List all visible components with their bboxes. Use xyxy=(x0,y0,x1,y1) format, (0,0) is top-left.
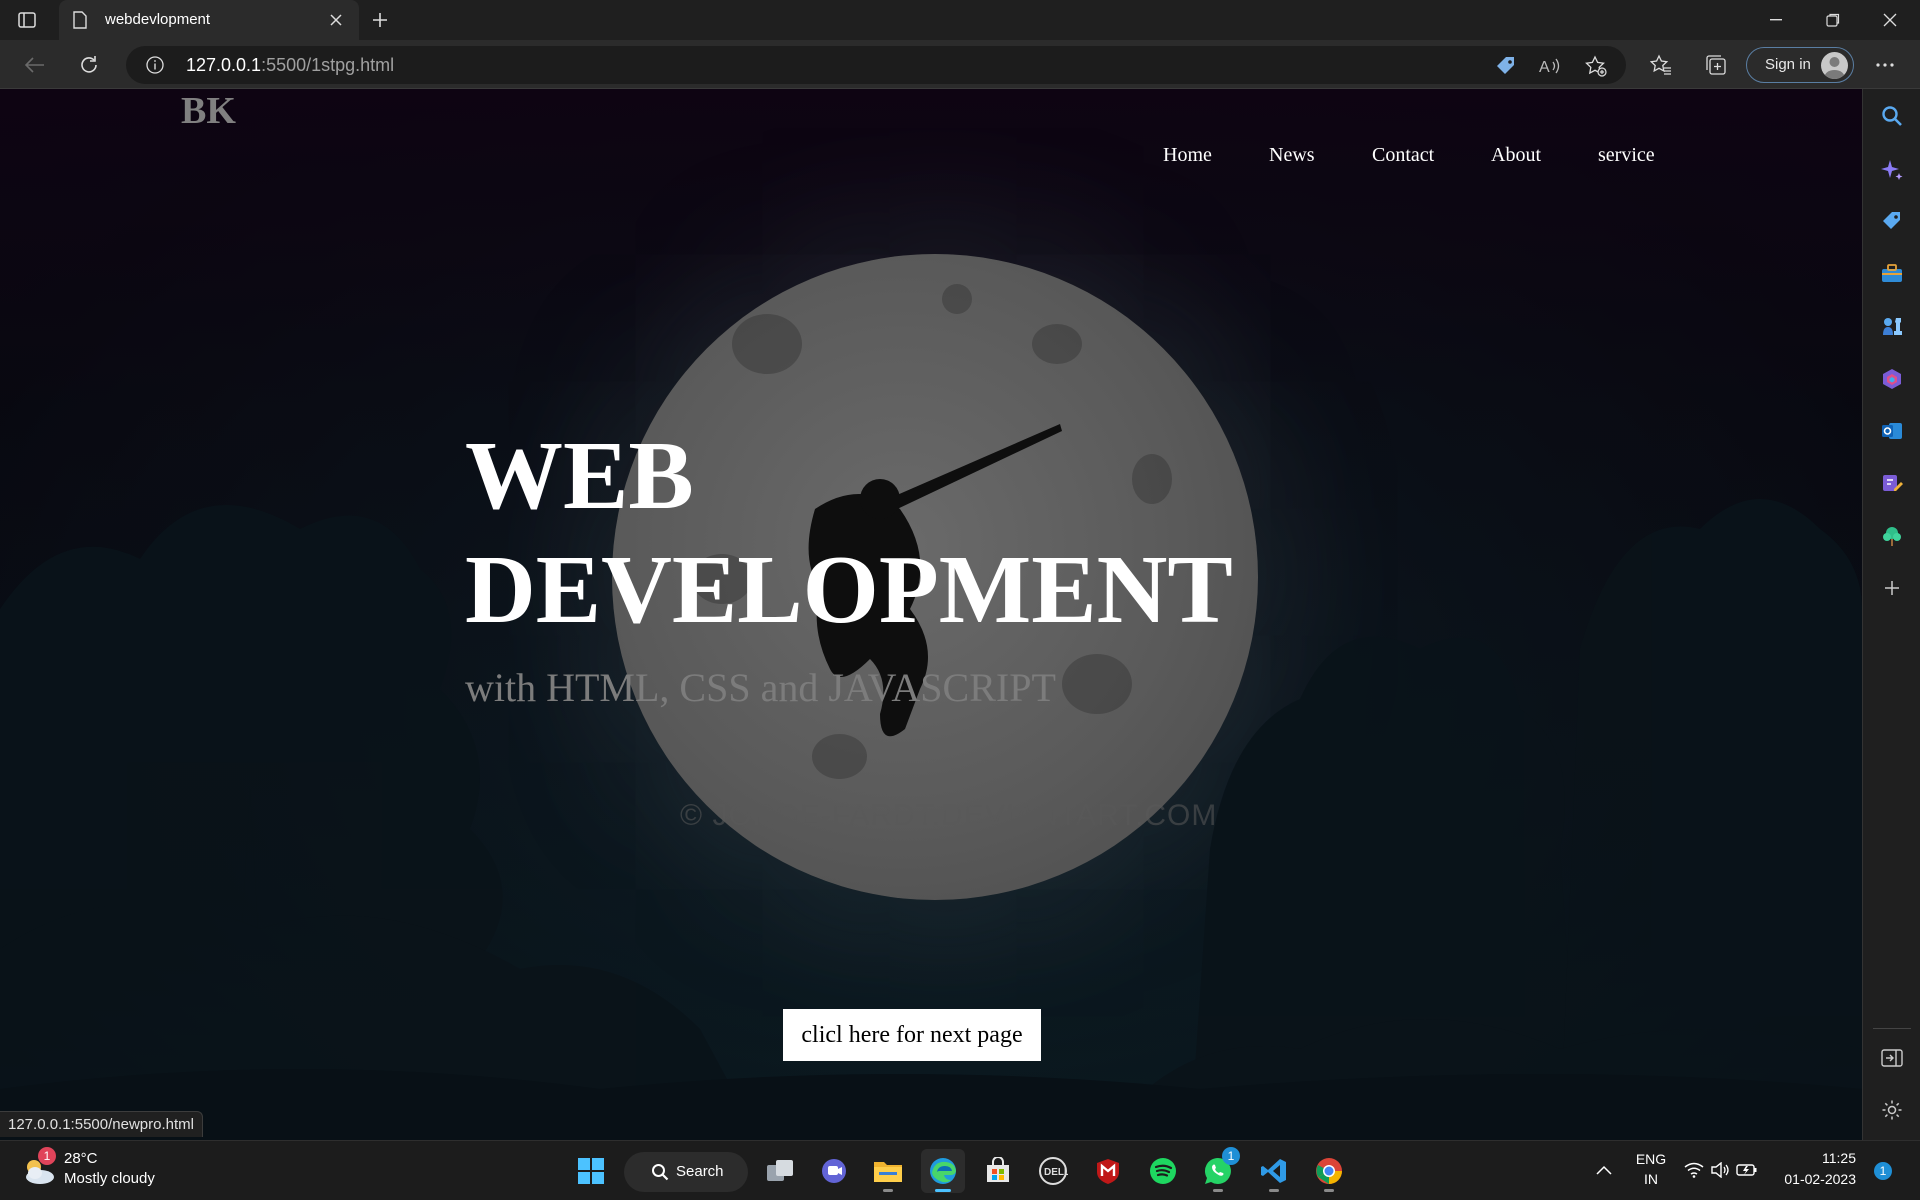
site-logo[interactable]: BK xyxy=(181,89,236,133)
chrome-icon[interactable] xyxy=(1307,1149,1351,1193)
sidebar-settings-icon[interactable] xyxy=(1880,1098,1904,1122)
windows-logo-icon xyxy=(578,1158,604,1184)
games-chess-icon[interactable] xyxy=(1880,314,1904,338)
drop-edit-icon[interactable] xyxy=(1880,471,1904,495)
weather-description: Mostly cloudy xyxy=(64,1170,155,1187)
search-icon xyxy=(652,1164,669,1181)
spotify-icon[interactable] xyxy=(1141,1149,1185,1193)
close-window-button[interactable] xyxy=(1862,0,1918,40)
weather-alert-badge: 1 xyxy=(38,1147,56,1165)
site-info-icon[interactable] xyxy=(146,56,164,74)
mcafee-icon[interactable] xyxy=(1086,1149,1130,1193)
tab-strip: webdevlopment xyxy=(0,0,1920,40)
close-tab-icon[interactable] xyxy=(325,9,347,31)
whatsapp-unread-badge: 1 xyxy=(1222,1147,1240,1165)
edge-browser-icon[interactable] xyxy=(921,1149,965,1193)
clock-time: 11:25 xyxy=(1822,1150,1856,1166)
back-button[interactable] xyxy=(18,48,52,82)
tab-title: webdevlopment xyxy=(105,11,211,28)
add-favorite-icon[interactable] xyxy=(1584,54,1608,78)
new-tab-button[interactable] xyxy=(366,8,394,32)
microsoft365-icon[interactable] xyxy=(1880,367,1904,391)
clock-date: 01-02-2023 xyxy=(1784,1171,1856,1187)
tools-briefcase-icon[interactable] xyxy=(1880,262,1904,286)
nav-about[interactable]: About xyxy=(1491,144,1541,167)
nav-contact[interactable]: Contact xyxy=(1372,144,1434,167)
sign-in-label: Sign in xyxy=(1765,56,1811,73)
weather-temperature: 28°C xyxy=(64,1150,98,1167)
dell-app-icon[interactable]: DELL xyxy=(1031,1149,1075,1193)
link-status-bar: 127.0.0.1:5500/newpro.html xyxy=(0,1111,203,1137)
hero-title-line2: DEVELOPMENT xyxy=(465,536,1233,644)
show-hidden-icons[interactable] xyxy=(1592,1141,1618,1200)
hero-subtitle: with HTML, CSS and JAVASCRIPT xyxy=(465,665,1056,710)
settings-more-icon[interactable] xyxy=(1868,48,1902,82)
whatsapp-icon[interactable]: 1 xyxy=(1196,1147,1240,1193)
page-viewport: © JORGE-FARDT.DEVIANTART.COM BK Home New… xyxy=(0,89,1862,1140)
clock[interactable]: 11:25 01-02-2023 xyxy=(1778,1141,1862,1200)
profile-avatar-icon xyxy=(1821,52,1848,79)
task-view-button[interactable] xyxy=(758,1149,802,1193)
search-icon[interactable] xyxy=(1880,104,1904,128)
page-icon xyxy=(73,11,89,29)
read-aloud-icon[interactable]: A xyxy=(1538,54,1562,78)
notification-center-badge[interactable]: 1 xyxy=(1874,1162,1892,1180)
hero-title: WEB DEVELOPMENT xyxy=(465,419,1233,647)
refresh-button[interactable] xyxy=(72,48,106,82)
url-text[interactable]: 127.0.0.1:5500/1stpg.html xyxy=(186,55,394,76)
copilot-sparkle-icon[interactable] xyxy=(1880,158,1904,182)
next-page-button[interactable]: clicl here for next page xyxy=(783,1009,1041,1061)
teams-chat-icon[interactable] xyxy=(812,1149,856,1193)
taskbar-search[interactable]: Search xyxy=(624,1152,748,1192)
tree-icon[interactable] xyxy=(1880,524,1904,548)
language-indicator[interactable]: ENG IN xyxy=(1628,1141,1674,1200)
image-watermark: © JORGE-FARDT.DEVIANTART.COM xyxy=(680,799,1218,832)
hide-sidebar-icon[interactable] xyxy=(1880,1046,1904,1070)
restore-button[interactable] xyxy=(1805,0,1861,40)
svg-text:A: A xyxy=(1539,59,1550,76)
wifi-icon xyxy=(1684,1162,1704,1178)
outlook-icon[interactable] xyxy=(1880,419,1904,443)
browser-toolbar: 127.0.0.1:5500/1stpg.html A Sign in xyxy=(0,40,1920,89)
favorites-icon[interactable] xyxy=(1644,48,1678,82)
start-button[interactable] xyxy=(569,1149,613,1193)
svg-text:DELL: DELL xyxy=(1044,1167,1068,1178)
coupon-tag-icon[interactable] xyxy=(1494,54,1518,78)
vscode-icon[interactable] xyxy=(1252,1149,1296,1193)
address-bar[interactable]: 127.0.0.1:5500/1stpg.html A xyxy=(126,46,1626,84)
system-status-icons[interactable] xyxy=(1684,1141,1760,1200)
file-explorer-icon[interactable] xyxy=(866,1149,910,1193)
sign-in-button[interactable]: Sign in xyxy=(1746,47,1854,83)
volume-icon xyxy=(1711,1162,1729,1178)
tab-actions-icon[interactable] xyxy=(14,8,40,32)
windows-taskbar: 1 28°C Mostly cloudy Search DELL 1 ENG I… xyxy=(0,1140,1920,1200)
weather-widget[interactable]: 1 28°C Mostly cloudy xyxy=(22,1147,202,1193)
browser-tab-active[interactable]: webdevlopment xyxy=(59,0,359,40)
microsoft-store-icon[interactable] xyxy=(976,1149,1020,1193)
nav-news[interactable]: News xyxy=(1269,144,1315,167)
nav-home[interactable]: Home xyxy=(1163,144,1212,167)
edge-sidebar xyxy=(1862,89,1920,1140)
collections-icon[interactable] xyxy=(1699,48,1733,82)
shopping-tag-icon[interactable] xyxy=(1880,209,1904,233)
minimize-button[interactable] xyxy=(1748,0,1804,40)
battery-charging-icon xyxy=(1736,1164,1757,1176)
add-sidebar-app-icon[interactable] xyxy=(1880,576,1904,600)
nav-service[interactable]: service xyxy=(1598,144,1655,167)
taskbar-search-label: Search xyxy=(676,1163,724,1180)
hero-title-line1: WEB xyxy=(465,422,694,530)
sidebar-divider xyxy=(1873,1028,1911,1029)
